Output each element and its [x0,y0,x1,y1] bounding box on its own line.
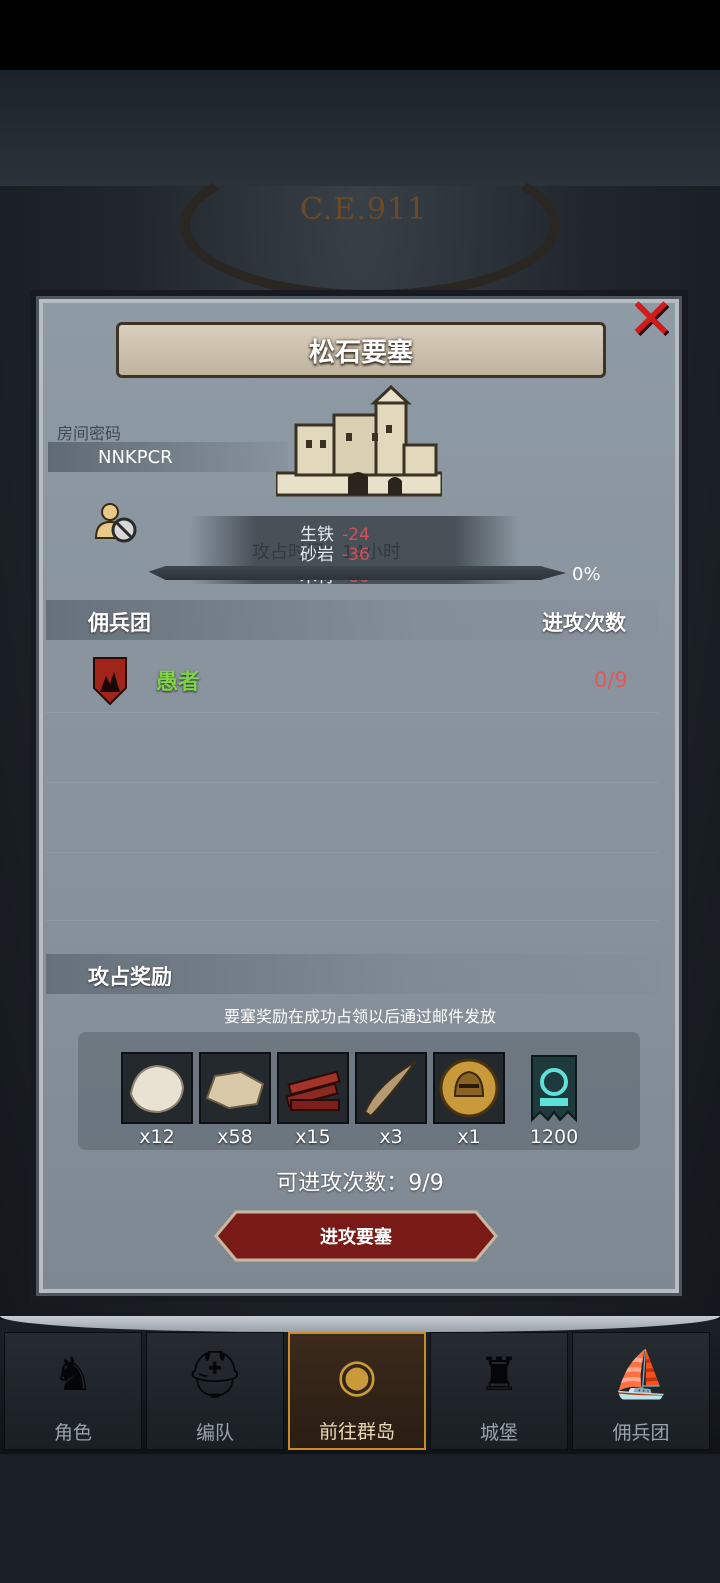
nav-item-character[interactable]: ♞ 角色 [4,1332,142,1450]
era-label: C.E.911 [300,192,428,227]
nav-item-islands[interactable]: ◉ 前往群岛 [288,1332,426,1450]
castle-icon: ♜ [478,1347,520,1401]
leather-icon [205,1070,265,1110]
nav-label-formation: 编队 [195,1422,234,1444]
attack-fortress-button[interactable]: 进攻要塞 [214,1210,498,1262]
reward-qty-fur-pelt: x12 [139,1126,175,1148]
nav-label-character: 角色 [53,1422,92,1444]
room-code-label: 房间密码 [57,424,122,443]
ship-icon: ⛵ [612,1347,670,1401]
reward-section-title: 攻占奖励 [88,965,172,989]
dialog-title: 松石要塞 [116,322,606,378]
guild-attack-count: 0/9 [594,668,628,692]
guild-section-title: 佣兵团 [88,611,151,635]
compass-icon: ◉ [336,1348,378,1402]
no-guild-icon [94,503,137,543]
attack-fortress-label: 进攻要塞 [320,1227,392,1248]
reward-item-leather[interactable] [199,1052,271,1124]
reward-qty-leather: x58 [217,1126,253,1148]
fortress-castle-icon [276,385,442,497]
close-button[interactable]: ✕ [618,290,684,350]
reward-item-guild-banner[interactable] [518,1052,590,1124]
guild-banner-icon [531,1055,577,1123]
nav-label-islands: 前往群岛 [318,1421,395,1443]
reward-qty-horn: x3 [379,1126,403,1148]
reward-qty-guild-banner: 1200 [529,1126,579,1148]
remaining-attempts: 可进攻次数：9/9 [276,1171,444,1196]
close-icon: ✕ [627,287,675,352]
guild-shield-icon [93,657,127,706]
status-bar-area [0,0,720,70]
row-divider [46,782,658,783]
reward-item-wood-planks[interactable] [277,1052,349,1124]
nav-item-mercenary[interactable]: ⛵ 佣兵团 [572,1332,710,1450]
helmet-icon: ⛑ [185,1347,245,1401]
guild-name[interactable]: 愚者 [156,664,200,696]
reward-note: 要塞奖励在成功占领以后通过邮件发放 [223,1007,496,1026]
reward-item-helmet-coin[interactable] [433,1052,505,1124]
row-divider [46,712,658,713]
capture-progress-label: 0% [572,564,601,585]
reward-qty-helmet-coin: x1 [457,1126,481,1148]
bottom-band [0,1454,720,1583]
wood-planks-icon [285,1070,341,1111]
reward-qty-wood-planks: x15 [295,1126,331,1148]
nav-item-formation[interactable]: ⛑ 编队 [146,1332,284,1450]
knight-helmet-coin-icon [439,1058,499,1118]
knight-icon: ♞ [52,1347,94,1401]
room-code-value: NNKPCR [48,442,288,472]
fur-pelt-icon [129,1064,185,1114]
nav-item-castle[interactable]: ♜ 城堡 [430,1332,568,1450]
reward-item-horn[interactable] [355,1052,427,1124]
capture-progress-bar [148,566,566,580]
nav-label-mercenary: 佣兵团 [612,1422,670,1444]
attack-count-header: 进攻次数 [542,611,626,635]
nav-label-castle: 城堡 [479,1422,518,1444]
row-divider [46,920,658,921]
reward-item-fur-pelt[interactable] [121,1052,193,1124]
row-divider [46,852,658,853]
horn-icon [363,1061,416,1118]
